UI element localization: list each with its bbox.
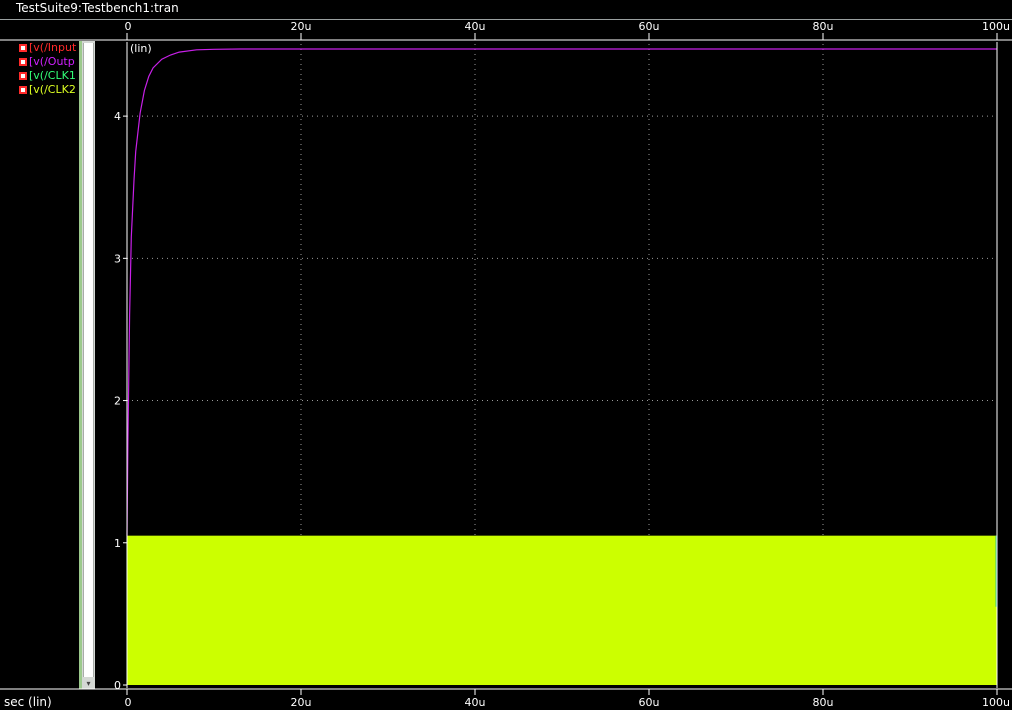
x-tick-label-bottom: 0 — [125, 696, 132, 709]
x-tick-label-top: 80u — [813, 20, 834, 33]
x-tick-label-top: 100u — [982, 20, 1010, 33]
y-tick-label: 3 — [114, 252, 121, 265]
y-tick-label: 2 — [114, 395, 121, 408]
x-tick-label-bottom: 20u — [291, 696, 312, 709]
waveform-plot[interactable]: 0020u20u40u40u60u60u80u80u100u100u01234 … — [0, 0, 1012, 710]
y-tick-label: 4 — [114, 110, 121, 123]
x-tick-label-bottom: 80u — [813, 696, 834, 709]
clk2-fill — [127, 535, 997, 685]
series-output — [126, 48, 997, 536]
y-tick-label: 0 — [114, 679, 121, 692]
y-axis-label: (lin) — [130, 42, 152, 55]
x-tick-label-bottom: 100u — [982, 696, 1010, 709]
x-tick-label-top: 40u — [465, 20, 486, 33]
x-tick-label-top: 60u — [639, 20, 660, 33]
x-tick-label-bottom: 60u — [639, 696, 660, 709]
output-curve — [126, 48, 997, 536]
x-axis-label: sec (lin) — [4, 695, 52, 709]
series-clk2 — [127, 535, 997, 685]
x-tick-label-top: 0 — [125, 20, 132, 33]
x-tick-label-top: 20u — [291, 20, 312, 33]
y-tick-label: 1 — [114, 537, 121, 550]
x-tick-label-bottom: 40u — [465, 696, 486, 709]
